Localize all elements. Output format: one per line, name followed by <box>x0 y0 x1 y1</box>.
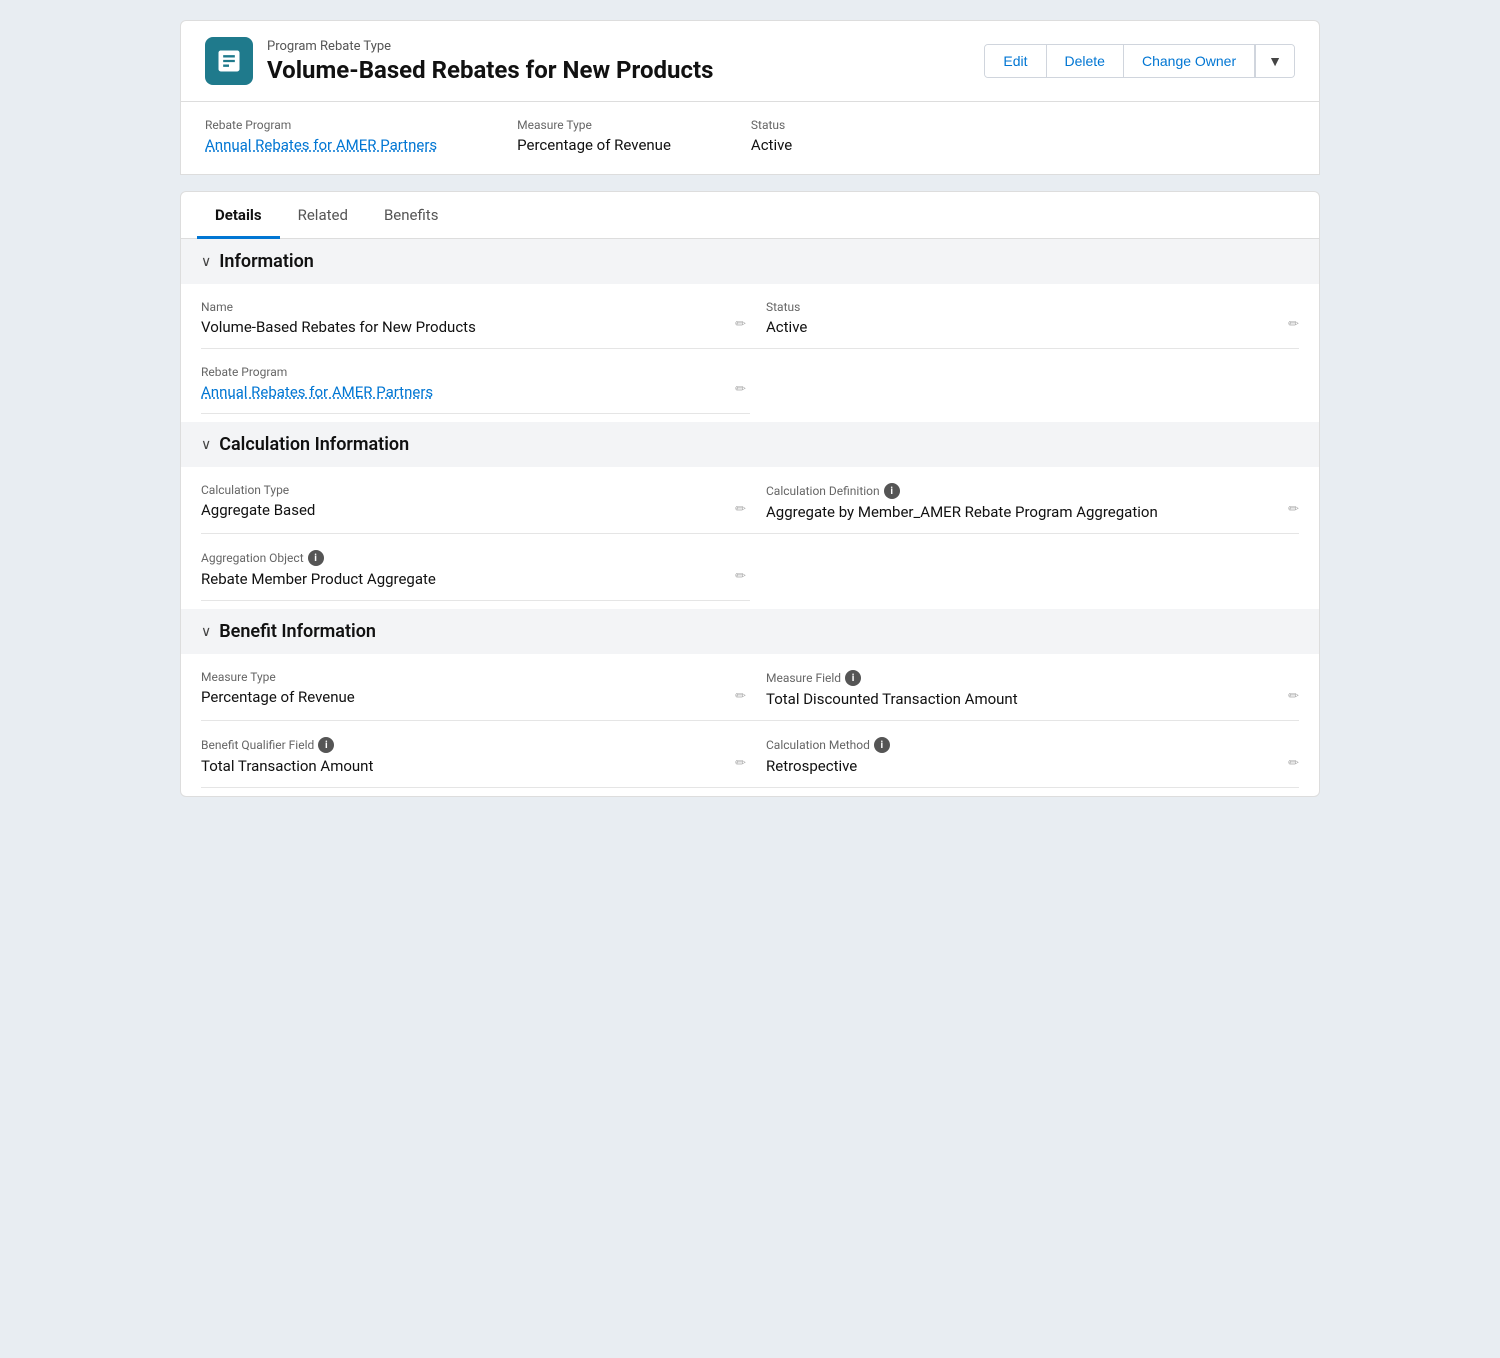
benefit-qualifier-value: Total Transaction Amount <box>201 757 718 775</box>
delete-button[interactable]: Delete <box>1047 45 1124 77</box>
header-title-group: Program Rebate Type Volume-Based Rebates… <box>267 39 713 84</box>
tabs-bar: Details Related Benefits <box>181 192 1319 239</box>
rebate-program-value[interactable]: Annual Rebates for AMER Partners <box>205 136 437 154</box>
name-label: Name <box>201 300 718 314</box>
empty-cell-2 <box>750 534 1299 601</box>
calc-type-value: Aggregate Based <box>201 501 718 519</box>
status-label: Status <box>751 118 792 132</box>
calculation-section-header[interactable]: ∨ Calculation Information <box>181 422 1319 467</box>
actions-dropdown-button[interactable]: ▼ <box>1255 45 1294 77</box>
rebate-program-label: Rebate Program <box>205 118 437 132</box>
header-actions: Edit Delete Change Owner ▼ <box>984 44 1295 78</box>
agg-object-edit-icon[interactable]: ✏ <box>735 569 746 584</box>
header-subtitle: Program Rebate Type <box>267 39 713 54</box>
name-edit-icon[interactable]: ✏ <box>735 317 746 332</box>
name-value: Volume-Based Rebates for New Products <box>201 318 718 336</box>
benefit-measure-type-value: Percentage of Revenue <box>201 688 718 706</box>
measure-field-cell: Measure Field i Total Discounted Transac… <box>750 654 1299 721</box>
calc-method-edit-icon[interactable]: ✏ <box>1288 756 1299 771</box>
status-info-label: Status <box>766 300 1283 314</box>
measure-field-value: Total Discounted Transaction Amount <box>766 690 1283 708</box>
benefit-chevron-icon: ∨ <box>201 624 211 640</box>
status-info-edit-icon[interactable]: ✏ <box>1288 317 1299 332</box>
benefit-section-header[interactable]: ∨ Benefit Information <box>181 609 1319 654</box>
benefit-section-title: Benefit Information <box>219 621 376 642</box>
calc-def-label: Calculation Definition i <box>766 483 1283 499</box>
header-card: Program Rebate Type Volume-Based Rebates… <box>180 20 1320 102</box>
benefit-measure-type-edit-icon[interactable]: ✏ <box>735 689 746 704</box>
calc-method-value: Retrospective <box>766 757 1283 775</box>
benefit-qualifier-info-icon[interactable]: i <box>318 737 334 753</box>
tab-benefits[interactable]: Benefits <box>366 192 457 239</box>
rebate-program-info-field-cell: Rebate Program Annual Rebates for AMER P… <box>201 349 750 414</box>
name-field-cell: Name Volume-Based Rebates for New Produc… <box>201 284 750 349</box>
information-section: ∨ Information Name Volume-Based Rebates … <box>181 239 1319 422</box>
measure-type-label: Measure Type <box>517 118 671 132</box>
empty-cell-1 <box>750 349 1299 414</box>
page-container: Program Rebate Type Volume-Based Rebates… <box>180 20 1320 797</box>
measure-field-info-icon[interactable]: i <box>845 670 861 686</box>
measure-field-edit-icon[interactable]: ✏ <box>1288 689 1299 704</box>
information-section-title: Information <box>219 251 314 272</box>
benefit-measure-type-label: Measure Type <box>201 670 718 684</box>
info-strip: Rebate Program Annual Rebates for AMER P… <box>180 102 1320 175</box>
status-info-value: Active <box>766 318 1283 336</box>
change-owner-button[interactable]: Change Owner <box>1124 45 1255 77</box>
measure-field-label: Measure Field i <box>766 670 1283 686</box>
benefit-fields-grid: Measure Type Percentage of Revenue ✏ Mea… <box>181 654 1319 788</box>
calc-def-field-cell: Calculation Definition i Aggregate by Me… <box>750 467 1299 534</box>
calc-method-field-cell: Calculation Method i Retrospective ✏ <box>750 721 1299 788</box>
calc-method-label: Calculation Method i <box>766 737 1283 753</box>
app-icon <box>205 37 253 85</box>
status-value: Active <box>751 136 792 154</box>
benefit-qualifier-label: Benefit Qualifier Field i <box>201 737 718 753</box>
benefit-qualifier-edit-icon[interactable]: ✏ <box>735 756 746 771</box>
rebate-program-edit-icon[interactable]: ✏ <box>735 382 746 397</box>
calc-def-info-icon[interactable]: i <box>884 483 900 499</box>
calc-type-label: Calculation Type <box>201 483 718 497</box>
header-left: Program Rebate Type Volume-Based Rebates… <box>205 37 713 85</box>
status-field: Status Active <box>751 118 792 154</box>
information-chevron-icon: ∨ <box>201 254 211 270</box>
measure-type-field: Measure Type Percentage of Revenue <box>517 118 671 154</box>
calculation-fields-grid: Calculation Type Aggregate Based ✏ Calcu… <box>181 467 1319 601</box>
rebate-program-field: Rebate Program Annual Rebates for AMER P… <box>205 118 437 154</box>
calculation-section: ∨ Calculation Information Calculation Ty… <box>181 422 1319 609</box>
tab-related[interactable]: Related <box>280 192 366 239</box>
agg-object-label: Aggregation Object i <box>201 550 718 566</box>
agg-object-value: Rebate Member Product Aggregate <box>201 570 718 588</box>
calculation-section-title: Calculation Information <box>219 434 409 455</box>
edit-button[interactable]: Edit <box>985 45 1046 77</box>
calc-def-value: Aggregate by Member_AMER Rebate Program … <box>766 503 1283 521</box>
calc-method-info-icon[interactable]: i <box>874 737 890 753</box>
page-title: Volume-Based Rebates for New Products <box>267 56 713 84</box>
calc-def-edit-icon[interactable]: ✏ <box>1288 502 1299 517</box>
tabs-card: Details Related Benefits ∨ Information N… <box>180 191 1320 797</box>
agg-object-info-icon[interactable]: i <box>308 550 324 566</box>
benefit-qualifier-field-cell: Benefit Qualifier Field i Total Transact… <box>201 721 750 788</box>
benefit-section: ∨ Benefit Information Measure Type Perce… <box>181 609 1319 796</box>
agg-object-field-cell: Aggregation Object i Rebate Member Produ… <box>201 534 750 601</box>
tab-details[interactable]: Details <box>197 192 280 239</box>
rebate-program-info-value[interactable]: Annual Rebates for AMER Partners <box>201 383 718 401</box>
measure-type-value: Percentage of Revenue <box>517 136 671 154</box>
information-fields-grid: Name Volume-Based Rebates for New Produc… <box>181 284 1319 414</box>
rebate-program-info-label: Rebate Program <box>201 365 718 379</box>
calc-type-field-cell: Calculation Type Aggregate Based ✏ <box>201 467 750 534</box>
status-info-field-cell: Status Active ✏ <box>750 284 1299 349</box>
calculation-chevron-icon: ∨ <box>201 437 211 453</box>
benefit-measure-type-field-cell: Measure Type Percentage of Revenue ✏ <box>201 654 750 721</box>
information-section-header[interactable]: ∨ Information <box>181 239 1319 284</box>
calc-type-edit-icon[interactable]: ✏ <box>735 502 746 517</box>
